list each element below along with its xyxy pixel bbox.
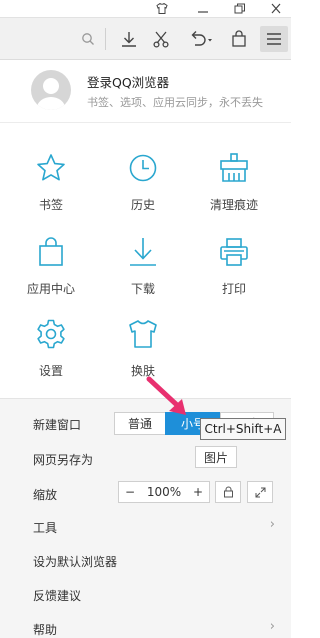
scissors-icon[interactable] (148, 26, 174, 52)
app-center-label: 应用中心 (26, 282, 75, 296)
app-center-item[interactable]: 应用中心 (11, 236, 91, 306)
avatar[interactable] (31, 70, 71, 110)
printer-icon (220, 238, 248, 266)
print-item[interactable]: 打印 (194, 236, 274, 306)
undo-icon[interactable] (184, 26, 220, 52)
bookmarks-label: 书签 (38, 198, 63, 212)
print-label: 打印 (221, 282, 246, 296)
clear-traces-item[interactable]: 清理痕迹 (194, 152, 274, 222)
shopping-bag-icon (39, 237, 63, 266)
zoom-label: 缩放 (33, 488, 58, 502)
shortcut-tooltip: Ctrl+Shift+A (200, 418, 286, 440)
settings-item[interactable]: 设置 (11, 318, 91, 388)
tshirt-icon (129, 320, 157, 348)
browser-menu-page: 登录QQ浏览器 书签、选项、应用云同步，永不丢失 书签 历史 清理痕迹 应用中心… (0, 0, 291, 638)
zoom-out-button[interactable]: − (125, 485, 135, 499)
star-icon (37, 154, 65, 181)
clock-icon (129, 154, 157, 182)
shopping-bag-icon[interactable] (226, 26, 252, 52)
clear-traces-label: 清理痕迹 (209, 198, 258, 212)
login-title[interactable]: 登录QQ浏览器 (87, 72, 169, 91)
search-icon[interactable] (78, 26, 98, 52)
download-item[interactable]: 下载 (103, 236, 183, 306)
toolbar (0, 17, 291, 60)
login-panel[interactable]: 登录QQ浏览器 书签、选项、应用云同步，永不丢失 (0, 61, 291, 123)
fullscreen-button[interactable] (247, 481, 273, 503)
download-label: 下载 (130, 282, 155, 296)
close-icon[interactable] (266, 0, 286, 16)
chevron-right-icon: › (269, 517, 275, 532)
title-bar (0, 0, 291, 16)
zoom-control: − 100% + (118, 481, 210, 503)
history-label: 历史 (130, 198, 155, 212)
zoom-in-button[interactable]: + (193, 485, 203, 499)
new-window-label: 新建窗口 (33, 418, 82, 432)
restore-icon[interactable] (230, 0, 250, 16)
broom-icon (220, 153, 248, 182)
feedback-item[interactable]: 反馈建议 (33, 587, 81, 604)
set-default-browser-item[interactable]: 设为默认浏览器 (33, 553, 117, 570)
chevron-right-icon: › (269, 619, 275, 634)
help-menu-item[interactable]: 帮助 (33, 621, 57, 638)
bookmarks-item[interactable]: 书签 (11, 152, 91, 222)
toolbar-divider (105, 28, 106, 50)
zoom-value: 100% (146, 485, 182, 499)
history-item[interactable]: 历史 (103, 152, 183, 222)
menu-icon[interactable] (260, 26, 288, 52)
save-as-image-button[interactable]: 图片 (195, 446, 237, 468)
expand-icon (255, 487, 265, 497)
annotation-arrow-icon (146, 376, 186, 415)
download-icon (130, 238, 156, 266)
lock-zoom-button[interactable] (215, 481, 241, 503)
download-icon[interactable] (116, 26, 142, 52)
tools-menu-item[interactable]: 工具 (33, 519, 57, 536)
skin-icon[interactable] (152, 0, 172, 16)
login-subtitle: 书签、选项、应用云同步，永不丢失 (87, 96, 263, 109)
gear-icon (37, 319, 65, 349)
settings-label: 设置 (38, 364, 63, 378)
minimize-icon[interactable] (193, 0, 213, 16)
save-page-label: 网页另存为 (33, 453, 94, 467)
lock-icon (223, 486, 233, 498)
